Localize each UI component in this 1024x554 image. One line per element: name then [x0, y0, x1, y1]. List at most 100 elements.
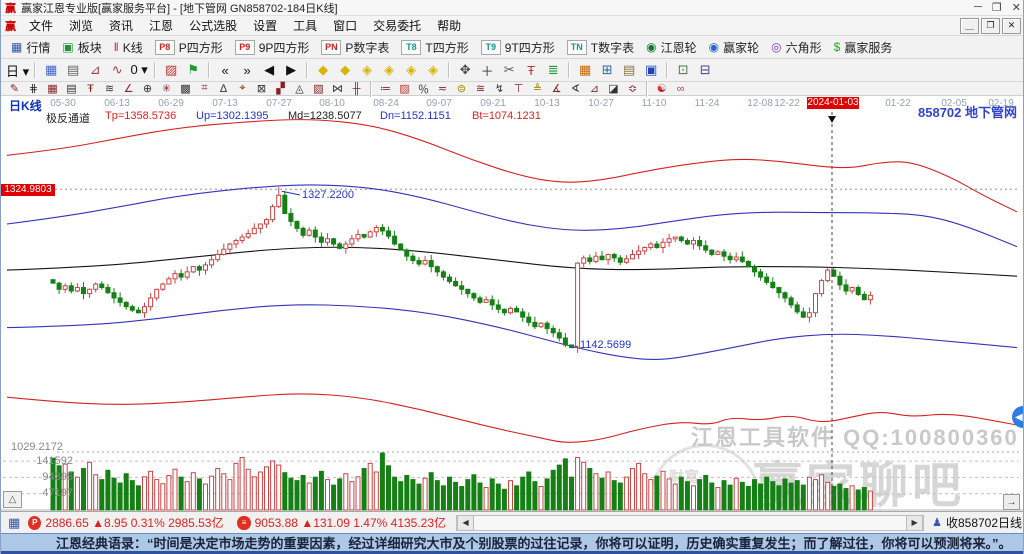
menu-item[interactable]: 文件	[21, 15, 61, 36]
toolbar-main-button[interactable]: $ 赢家服务	[828, 37, 899, 57]
drawing-tool-button[interactable]: Ŧ	[81, 83, 100, 95]
toolbar-icon-button[interactable]: ＋	[476, 61, 498, 80]
drawing-tool-button[interactable]: ≔	[376, 83, 395, 95]
toolbar-icon-button[interactable]: ✥	[454, 61, 476, 80]
mdi-window-button[interactable]: ＿	[960, 18, 979, 34]
close-button[interactable]: ✕	[1012, 1, 1021, 14]
toolbar-main-button[interactable]: P8 P四方形	[149, 37, 229, 57]
toolbar-icon-button[interactable]: ⊞	[596, 61, 618, 80]
toolbar-main-button[interactable]: ◉ 赢家轮	[703, 37, 766, 57]
drawing-tool-button[interactable]: ≜	[528, 83, 547, 95]
menu-item[interactable]: 窗口	[325, 15, 365, 36]
drawing-tool-button[interactable]: ％	[414, 83, 433, 95]
toolbar-icon-button[interactable]: ▤	[618, 61, 640, 80]
toolbar-main-button[interactable]: ‖ K线	[108, 37, 149, 57]
drawing-tool-button[interactable]: ↯	[490, 83, 509, 95]
drawing-tool-button[interactable]: ▦	[43, 83, 62, 95]
menu-item[interactable]: 浏览	[61, 15, 101, 36]
menu-item[interactable]: 江恩	[141, 15, 181, 36]
tab-daily-kline[interactable]: 日K线	[9, 97, 42, 114]
drawing-tool-button[interactable]: ∠	[119, 83, 138, 95]
drawing-tool-button[interactable]: ⊿	[585, 83, 604, 95]
chart-scroll-right-button[interactable]: →	[1003, 494, 1020, 510]
toolbar-icon-button[interactable]: ▦	[574, 61, 596, 80]
toolbar-icon-button[interactable]: ◆	[312, 61, 334, 80]
toolbar-icon-button[interactable]: ⊿	[84, 61, 106, 80]
drawing-tool-button[interactable]: ≂	[433, 83, 452, 95]
drawing-tool-button[interactable]: ▨	[395, 83, 414, 95]
mdi-window-button[interactable]: ❐	[981, 18, 1000, 34]
toolbar-icon-button[interactable]: ▦	[40, 61, 62, 80]
toolbar-icon-button[interactable]: «	[214, 61, 236, 80]
drawing-tool-button[interactable]: ⋕	[24, 83, 43, 95]
drawing-tool-button[interactable]: ✎	[5, 83, 24, 95]
toolbar-icon-button[interactable]: ∿	[106, 61, 128, 80]
toolbar-icon-button[interactable]: ◈	[378, 61, 400, 80]
pane-expand-button[interactable]: △	[3, 491, 22, 508]
toolbar-main-button[interactable]: T8 T四方形	[395, 37, 474, 57]
drawing-tool-button[interactable]: ∆	[214, 83, 233, 95]
drawing-tool-button[interactable]: ▞	[271, 83, 290, 95]
toolbar-main-button[interactable]: ◉ 江恩轮	[640, 37, 703, 57]
toolbar-icon-button[interactable]: ◆	[334, 61, 356, 80]
drawing-tool-button[interactable]: ◪	[604, 83, 623, 95]
horizontal-scrollbar[interactable]: ◀ ▶	[456, 515, 924, 531]
toolbar-icon-button[interactable]: »	[236, 61, 258, 80]
menu-item[interactable]: 资讯	[101, 15, 141, 36]
toolbar-icon-button[interactable]: ✂	[498, 61, 520, 80]
toolbar-icon-button[interactable]: ◈	[356, 61, 378, 80]
toolbar-icon-button[interactable]: ≣	[542, 61, 564, 80]
drawing-tool-button[interactable]: ≋	[100, 83, 119, 95]
scrollbar-right-arrow[interactable]: ▶	[906, 515, 923, 531]
menu-item[interactable]: 设置	[245, 15, 285, 36]
drawing-tool-button[interactable]: ≎	[623, 83, 642, 95]
indicator-name[interactable]: 极反通道	[46, 110, 90, 126]
toolbar-icon-button[interactable]: ▣	[640, 61, 662, 80]
menu-item[interactable]: 帮助	[429, 15, 469, 36]
toolbar-icon-button[interactable]: Ŧ	[520, 61, 542, 80]
toolbar-icon-button[interactable]: ⚑	[182, 61, 204, 80]
drawing-tool-button[interactable]: ⊜	[452, 83, 471, 95]
toolbar-icon-button[interactable]: ◀	[258, 61, 280, 80]
quote-grid-icon[interactable]: ▦	[8, 515, 20, 531]
drawing-tool-button[interactable]: ∢	[566, 83, 585, 95]
drawing-tool-button[interactable]: ≊	[471, 83, 490, 95]
toolbar-main-button[interactable]: ▦ 行情	[5, 37, 56, 57]
drawing-tool-button[interactable]: ☯	[652, 83, 671, 95]
scrollbar-left-arrow[interactable]: ◀	[457, 515, 474, 531]
drawing-tool-button[interactable]: ✳	[157, 83, 176, 95]
toolbar-main-button[interactable]: T9 9T四方形	[475, 37, 561, 57]
toolbar-icon-button[interactable]: ▤	[62, 61, 84, 80]
toolbar-icon-button[interactable]: ◈	[400, 61, 422, 80]
drawing-tool-button[interactable]: ⊠	[252, 83, 271, 95]
drawing-tool-button[interactable]: ⊤	[509, 83, 528, 95]
drawing-tool-button[interactable]: ∞	[671, 83, 690, 95]
drawing-tool-button[interactable]: ▧	[309, 83, 328, 95]
toolbar-main-button[interactable]: ▣ 板块	[56, 37, 107, 57]
toolbar-icon-button[interactable]: ⊡	[672, 61, 694, 80]
menu-item[interactable]: 工具	[285, 15, 325, 36]
toolbar-icon-button[interactable]: ▶	[280, 61, 302, 80]
toolbar-icon-button[interactable]: ▨	[160, 61, 182, 80]
drawing-tool-button[interactable]: ▤	[62, 83, 81, 95]
toolbar-main-button[interactable]: ◎ 六角形	[765, 37, 828, 57]
toolbar-icon-button[interactable]: ⊟	[694, 61, 716, 80]
drawing-tool-button[interactable]: ╫	[347, 83, 366, 95]
menu-item[interactable]: 公式选股	[181, 15, 245, 36]
toolbar-main-button[interactable]: PN P数字表	[315, 37, 395, 57]
drawing-tool-button[interactable]: ⌗	[195, 83, 214, 95]
drawing-tool-button[interactable]: ⌖	[233, 83, 252, 95]
drawing-tool-button[interactable]: ∡	[547, 83, 566, 95]
toolbar-icon-button[interactable]: ◈	[422, 61, 444, 80]
menu-item[interactable]: 交易委托	[365, 15, 429, 36]
toolbar-main-button[interactable]: TN T数字表	[561, 37, 640, 57]
drawing-tool-button[interactable]: ▩	[176, 83, 195, 95]
drawing-tool-button[interactable]: ⋈	[328, 83, 347, 95]
restore-button[interactable]: ❐	[992, 1, 1002, 14]
toolbar-icon-button[interactable]: 0 ▾	[128, 61, 150, 80]
drawing-tool-button[interactable]: ◬	[290, 83, 309, 95]
minimize-button[interactable]: ─	[974, 1, 982, 14]
toolbar-icon-button[interactable]: 日 ▾	[5, 61, 30, 80]
mdi-window-button[interactable]: ✕	[1002, 18, 1021, 34]
drawing-tool-button[interactable]: ⊕	[138, 83, 157, 95]
